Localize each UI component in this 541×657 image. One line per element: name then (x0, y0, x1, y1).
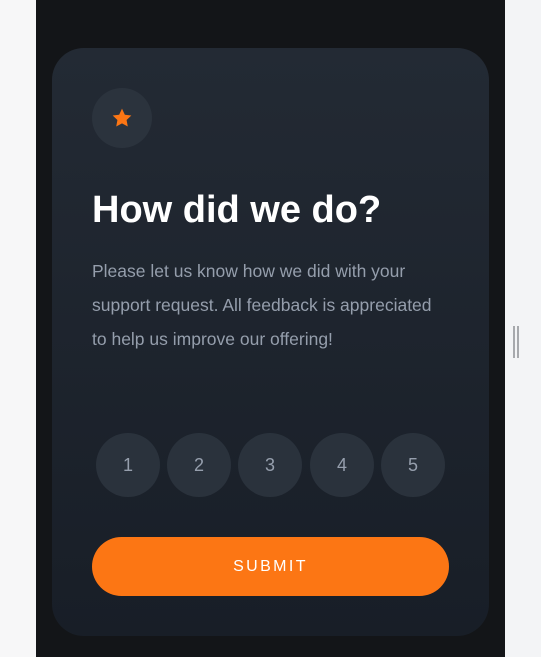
rating-button-4[interactable]: 4 (310, 433, 374, 497)
card-title: How did we do? (92, 189, 382, 231)
rating-button-5[interactable]: 5 (381, 433, 445, 497)
page-margin-right (505, 0, 541, 657)
rating-button-3[interactable]: 3 (238, 433, 302, 497)
rating-button-2[interactable]: 2 (167, 433, 231, 497)
rating-card: How did we do? Please let us know how we… (52, 48, 489, 636)
star-badge (92, 88, 152, 148)
scrollbar-handle[interactable] (513, 326, 519, 358)
page-margin-left (0, 0, 36, 657)
rating-options: 1 2 3 4 5 (96, 433, 446, 497)
star-icon (112, 108, 132, 127)
rating-button-1[interactable]: 1 (96, 433, 160, 497)
submit-button[interactable]: SUBMIT (92, 537, 449, 596)
card-description: Please let us know how we did with your … (92, 261, 432, 349)
